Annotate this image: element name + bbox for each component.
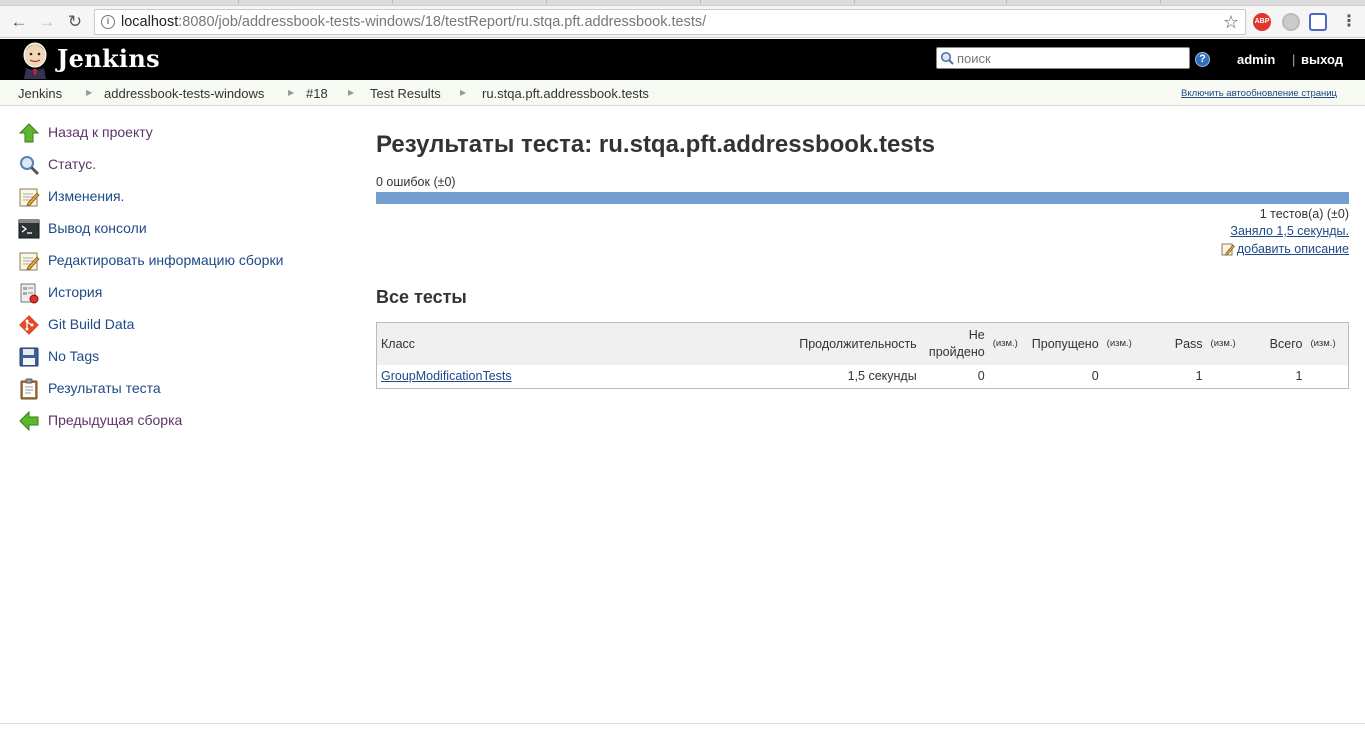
enable-autorefresh-link[interactable]: Включить автообновление страниц	[1181, 88, 1337, 99]
column-header-failed-line1: Не	[968, 327, 985, 342]
browser-menu-icon[interactable]: ⋮	[1340, 13, 1358, 31]
column-header-total-diff[interactable]: (изм.)	[1306, 322, 1349, 365]
column-header-total[interactable]: Всего	[1260, 322, 1307, 365]
help-icon[interactable]: ?	[1195, 52, 1210, 67]
jenkins-logo-text[interactable]: Jenkins	[57, 44, 160, 73]
fail-count: 0 ошибок (±0)	[376, 175, 456, 189]
sidebar-item-label: Изменения.	[48, 188, 125, 204]
column-header-skipped[interactable]: Пропущено	[1026, 322, 1103, 365]
skipped-diff-cell	[1103, 365, 1171, 389]
floppy-disk-icon	[19, 347, 39, 367]
globe-extension-icon[interactable]	[1282, 13, 1300, 31]
breadcrumb-item[interactable]: addressbook-tests-windows	[104, 86, 264, 101]
chevron-right-icon[interactable]: ▶	[460, 88, 466, 97]
test-class-link[interactable]: GroupModificationTests	[381, 369, 512, 383]
sidebar-item-label: Вывод консоли	[48, 220, 147, 236]
sidebar-item-label: Назад к проекту	[48, 124, 153, 140]
column-header-failed[interactable]: Не пройдено	[920, 322, 989, 365]
search-box[interactable]	[936, 47, 1190, 69]
duration-link[interactable]: Заняло 1,5 секунды.	[1230, 224, 1349, 238]
sidebar-item-label: Редактировать информацию сборки	[48, 252, 284, 268]
notepad-icon	[19, 252, 40, 271]
tests-count: 1 тестов(а) (±0)	[1259, 207, 1349, 221]
add-description-link[interactable]: добавить описание	[1221, 242, 1349, 256]
adblock-icon[interactable]: ABP	[1253, 13, 1271, 31]
test-result-bar	[376, 192, 1349, 204]
table-row: GroupModificationTests 1,5 секунды 0 0 1…	[377, 365, 1349, 389]
column-header-class[interactable]: Класс	[376, 322, 781, 365]
back-arrow-icon[interactable]: ←	[8, 11, 30, 33]
logout-separator: |	[1292, 52, 1296, 67]
bookmark-star-icon[interactable]: ☆	[1223, 12, 1239, 33]
class-cell: GroupModificationTests	[377, 365, 781, 389]
table-header-row: Класс Продолжительность Не пройдено (изм.…	[376, 322, 1349, 365]
jenkins-logo-icon[interactable]	[19, 41, 51, 79]
browser-toolbar: ← → ↻ i localhost:8080/job/addressbook-t…	[0, 6, 1365, 38]
notepad-icon	[19, 188, 40, 207]
total-cell: 1	[1295, 369, 1303, 384]
address-bar[interactable]: i localhost:8080/job/addressbook-tests-w…	[94, 9, 1246, 35]
chevron-right-icon[interactable]: ▶	[348, 88, 354, 97]
sidebar-item-label: История	[48, 284, 103, 300]
sidebar-item-label: Результаты теста	[48, 380, 161, 396]
test-results-table: Класс Продолжительность Не пройдено (изм.…	[376, 322, 1349, 389]
pass-diff-cell	[1207, 365, 1261, 389]
chevron-right-icon[interactable]: ▶	[288, 88, 294, 97]
logout-link[interactable]: выход	[1301, 52, 1343, 67]
reload-icon[interactable]: ↻	[64, 11, 86, 33]
column-header-failed-line2: пройдено	[928, 344, 985, 359]
search-icon	[940, 51, 954, 65]
column-header-pass[interactable]: Pass	[1170, 322, 1207, 365]
breadcrumb-item[interactable]: Jenkins	[18, 86, 62, 101]
git-icon	[19, 315, 39, 335]
breadcrumb-item[interactable]: #18	[306, 86, 328, 101]
failed-cell: 0	[977, 369, 985, 384]
edit-icon	[1221, 243, 1235, 256]
breadcrumb-item[interactable]: Test Results	[370, 86, 441, 101]
sidebar-item-label: Git Build Data	[48, 316, 135, 332]
total-diff-cell	[1306, 365, 1348, 389]
jenkins-header: Jenkins ? admin | выход	[0, 39, 1365, 80]
sidebar-item-label: No Tags	[48, 348, 100, 364]
failed-diff-cell	[989, 365, 1027, 389]
duration-cell: 1,5 секунды	[847, 369, 917, 384]
left-arrow-icon	[19, 410, 39, 432]
search-input[interactable]	[957, 49, 1185, 67]
skipped-cell: 0	[1091, 369, 1099, 384]
breadcrumb-item[interactable]: ru.stqa.pft.addressbook.tests	[482, 86, 649, 101]
section-title: Все тесты	[376, 287, 467, 307]
user-link[interactable]: admin	[1237, 52, 1275, 67]
sidebar-item-label: Статус.	[48, 156, 97, 172]
extension-icon[interactable]	[1309, 13, 1327, 31]
info-icon[interactable]: i	[101, 15, 115, 29]
footer-divider	[0, 723, 1365, 724]
url-text[interactable]: localhost:8080/job/addressbook-tests-win…	[121, 14, 706, 30]
column-header-failed-diff[interactable]: (изм.)	[988, 322, 1027, 365]
page-title: Результаты теста: ru.stqa.pft.addressboo…	[376, 131, 935, 158]
chevron-right-icon[interactable]: ▶	[86, 88, 92, 97]
column-header-skipped-diff[interactable]: (изм.)	[1102, 322, 1171, 365]
pass-cell: 1	[1195, 369, 1203, 384]
up-arrow-icon	[18, 123, 40, 143]
breadcrumb: Jenkins ▶ addressbook-tests-windows ▶ #1…	[0, 80, 1365, 106]
clipboard-icon	[20, 378, 38, 400]
column-header-pass-diff[interactable]: (изм.)	[1206, 322, 1261, 365]
terminal-icon	[18, 219, 40, 239]
column-header-duration[interactable]: Продолжительность	[780, 322, 921, 365]
history-icon	[20, 283, 39, 304]
magnifier-icon	[20, 156, 40, 176]
sidebar-item-label: Предыдущая сборка	[48, 412, 183, 428]
forward-arrow-icon[interactable]: →	[36, 11, 58, 33]
